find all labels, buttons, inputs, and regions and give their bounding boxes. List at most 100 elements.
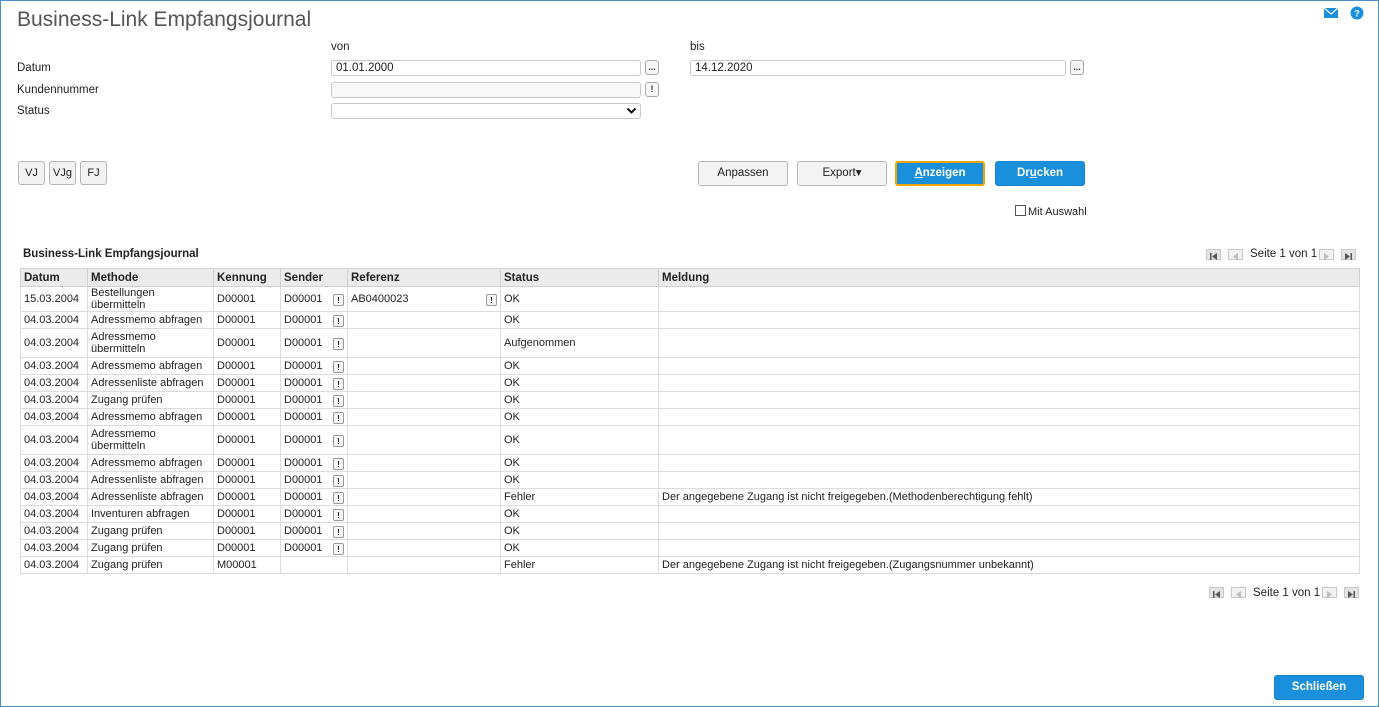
cell-meldung	[658, 539, 1360, 557]
datum-von-picker-button[interactable]: ...	[645, 60, 659, 75]
cell-sender: D00001!	[280, 522, 348, 540]
cell-kennung: M00001	[213, 556, 281, 574]
cell-kennung: D00001	[213, 425, 281, 455]
cell-meldung	[658, 311, 1360, 329]
kundennummer-input[interactable]	[331, 82, 641, 98]
table-row[interactable]: 04.03.2004 Zugang prüfen D00001 D00001! …	[20, 391, 1360, 409]
table-row[interactable]: 04.03.2004 Adressmemo übermitteln D00001…	[20, 328, 1360, 358]
datum-von-input[interactable]: 01.01.2000	[331, 60, 641, 76]
table-row[interactable]: 04.03.2004 Adressenliste abfragen D00001…	[20, 374, 1360, 392]
sender-lookup-button[interactable]: !	[333, 434, 344, 447]
cell-methode: Adressmemo abfragen	[87, 454, 214, 472]
table-row[interactable]: 04.03.2004 Inventuren abfragen D00001 D0…	[20, 505, 1360, 523]
column-header-referenz[interactable]: Referenz	[347, 268, 501, 287]
checkbox-box[interactable]	[1015, 205, 1026, 216]
cell-status: OK	[500, 374, 659, 392]
table-row[interactable]: 15.03.2004 Bestellungen übermitteln D000…	[20, 286, 1360, 312]
cell-datum: 04.03.2004	[20, 488, 88, 506]
column-header-datum[interactable]: Datum	[20, 268, 88, 287]
table-row[interactable]: 04.03.2004 Zugang prüfen D00001 D00001! …	[20, 522, 1360, 540]
column-header-meldung[interactable]: Meldung	[658, 268, 1360, 287]
table-row[interactable]: 04.03.2004 Adressmemo übermitteln D00001…	[20, 425, 1360, 455]
cell-meldung	[658, 374, 1360, 392]
table-row[interactable]: 04.03.2004 Adressenliste abfragen D00001…	[20, 471, 1360, 489]
cell-methode: Adressenliste abfragen	[87, 374, 214, 392]
pager-last-icon[interactable]	[1344, 587, 1359, 598]
section-title: Business-Link Empfangsjournal	[23, 248, 199, 260]
cell-status: OK	[500, 357, 659, 375]
pager-prev-icon[interactable]	[1228, 249, 1243, 260]
sender-lookup-button[interactable]: !	[333, 314, 344, 327]
sender-lookup-button[interactable]: !	[333, 337, 344, 350]
table-row[interactable]: 04.03.2004 Zugang prüfen M00001 Fehler D…	[20, 556, 1360, 574]
pager-last-icon[interactable]	[1341, 249, 1356, 260]
cell-datum: 04.03.2004	[20, 374, 88, 392]
datum-bis-input[interactable]: 14.12.2020	[690, 60, 1066, 76]
von-label: von	[331, 41, 350, 53]
cell-kennung: D00001	[213, 539, 281, 557]
pager-first-icon[interactable]	[1206, 249, 1221, 260]
table-row[interactable]: 04.03.2004 Adressmemo abfragen D00001 D0…	[20, 454, 1360, 472]
datum-label: Datum	[17, 62, 51, 74]
page-title: Business-Link Empfangsjournal	[17, 8, 312, 31]
close-button[interactable]: Schließen	[1274, 675, 1364, 700]
cell-methode: Zugang prüfen	[87, 539, 214, 557]
sender-lookup-button[interactable]: !	[333, 525, 344, 538]
sender-lookup-button[interactable]: !	[333, 411, 344, 424]
pager-next-icon[interactable]	[1319, 249, 1334, 260]
table-row[interactable]: 04.03.2004 Zugang prüfen D00001 D00001! …	[20, 539, 1360, 557]
quick-button-vj[interactable]: VJ	[18, 161, 45, 185]
sender-lookup-button[interactable]: !	[333, 293, 344, 306]
pager-prev-icon[interactable]	[1231, 587, 1246, 598]
cell-kennung: D00001	[213, 471, 281, 489]
pager-first-icon[interactable]	[1209, 587, 1224, 598]
cell-kennung: D00001	[213, 408, 281, 426]
cell-referenz	[347, 391, 501, 409]
referenz-lookup-button[interactable]: !	[486, 293, 497, 306]
table-row[interactable]: 04.03.2004 Adressenliste abfragen D00001…	[20, 488, 1360, 506]
table-row[interactable]: 04.03.2004 Adressmemo abfragen D00001 D0…	[20, 357, 1360, 375]
cell-kennung: D00001	[213, 374, 281, 392]
pager-status-bottom: Seite 1 von 1	[1253, 587, 1321, 599]
sender-lookup-button[interactable]: !	[333, 360, 344, 373]
mit-auswahl-checkbox[interactable]: Mit Auswahl	[1015, 205, 1087, 218]
drucken-button[interactable]: Drucken	[995, 161, 1085, 186]
quick-button-fj[interactable]: FJ	[80, 161, 107, 185]
anpassen-button[interactable]: Anpassen	[698, 161, 788, 186]
cell-referenz	[347, 374, 501, 392]
sender-lookup-button[interactable]: !	[333, 457, 344, 470]
help-icon[interactable]: ?	[1350, 6, 1364, 20]
cell-referenz	[347, 522, 501, 540]
table-row[interactable]: 04.03.2004 Adressmemo abfragen D00001 D0…	[20, 408, 1360, 426]
cell-sender: D00001!	[280, 471, 348, 489]
cell-meldung	[658, 328, 1360, 358]
sender-lookup-button[interactable]: !	[333, 394, 344, 407]
cell-datum: 04.03.2004	[20, 454, 88, 472]
cell-datum: 04.03.2004	[20, 471, 88, 489]
cell-referenz	[347, 328, 501, 358]
quick-button-vjg[interactable]: VJg	[49, 161, 76, 185]
mail-icon[interactable]	[1324, 6, 1338, 20]
cell-status: OK	[500, 286, 659, 312]
table-row[interactable]: 04.03.2004 Adressmemo abfragen D00001 D0…	[20, 311, 1360, 329]
status-select[interactable]	[331, 103, 641, 119]
cell-datum: 04.03.2004	[20, 311, 88, 329]
pager-next-icon[interactable]	[1322, 587, 1337, 598]
kundennummer-lookup-button[interactable]: !	[645, 82, 659, 97]
column-header-kennung[interactable]: Kennung	[213, 268, 281, 287]
sender-lookup-button[interactable]: !	[333, 377, 344, 390]
pager-status-top: Seite 1 von 1	[1250, 248, 1318, 260]
cell-datum: 04.03.2004	[20, 539, 88, 557]
cell-status: Fehler	[500, 556, 659, 574]
sender-lookup-button[interactable]: !	[333, 491, 344, 504]
column-header-methode[interactable]: Methode	[87, 268, 214, 287]
sender-lookup-button[interactable]: !	[333, 542, 344, 555]
anzeigen-button[interactable]: Anzeigen	[895, 161, 985, 186]
cell-referenz	[347, 539, 501, 557]
export-button[interactable]: Export▾	[797, 161, 887, 186]
sender-lookup-button[interactable]: !	[333, 474, 344, 487]
column-header-status[interactable]: Status	[500, 268, 659, 287]
datum-bis-picker-button[interactable]: ...	[1070, 60, 1084, 75]
sender-lookup-button[interactable]: !	[333, 508, 344, 521]
column-header-sender[interactable]: Sender	[280, 268, 348, 287]
